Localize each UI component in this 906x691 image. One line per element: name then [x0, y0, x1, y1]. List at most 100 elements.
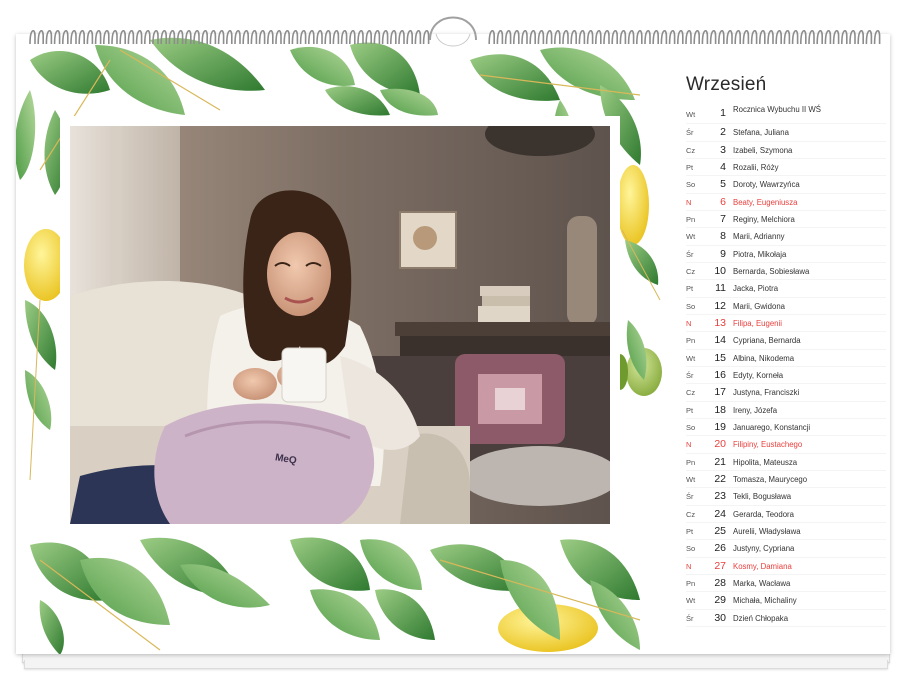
weekday-label: Śr	[686, 370, 694, 380]
wire-loop	[595, 29, 602, 45]
day-number: 26	[714, 542, 726, 555]
day-row: Cz 3 Izabeli, Szymona	[686, 142, 886, 159]
wire-loop	[644, 29, 651, 45]
photo: MeQ	[70, 126, 610, 524]
name-day-text: Tekli, Bogusława	[733, 492, 792, 502]
weekday-label: Wt	[686, 596, 696, 606]
day-number: 7	[720, 212, 726, 225]
weekday-label: Cz	[686, 145, 696, 155]
day-number: 16	[714, 368, 726, 381]
wire-loop	[357, 29, 364, 45]
day-row: N 6 Beaty, Eugeniusza	[686, 194, 886, 211]
wire-loop	[685, 29, 692, 45]
day-row: N 20 Filipiny, Eustachego	[686, 436, 886, 454]
day-row: So 12 Marii, Gwidona	[686, 298, 886, 315]
name-day-text: Tomasza, Maurycego	[733, 474, 808, 484]
day-row: Pn 28 Marka, Wacława	[686, 575, 886, 593]
day-row: Wt 22 Tomasza, Maurycego	[686, 471, 886, 489]
wire-loop	[144, 29, 151, 45]
day-row: Cz 10 Bernarda, Sobiesława	[686, 263, 886, 281]
row-divider	[686, 625, 886, 627]
wire-loop	[267, 29, 274, 45]
photo-scene	[70, 126, 610, 524]
name-day-text: Albina, Nikodema	[733, 353, 795, 363]
wire-loop	[250, 29, 258, 45]
wire-loop	[586, 29, 594, 45]
wire-loop	[545, 29, 553, 45]
wire-loop	[242, 29, 249, 45]
name-day-text: Edyty, Korneła	[733, 370, 784, 380]
day-row: Cz 24 Gerarda, Teodora	[686, 506, 886, 523]
wire-loop	[554, 29, 561, 45]
wire-loop	[718, 29, 725, 45]
name-day-text: Ireny, Józefa	[733, 405, 778, 415]
wire-loop	[406, 29, 413, 45]
wire-loop	[94, 29, 102, 45]
wire-loop	[234, 29, 241, 45]
weekday-label: N	[686, 561, 692, 571]
wire-loop	[849, 29, 856, 45]
wire-loop	[504, 29, 512, 45]
wire-loop	[29, 29, 36, 45]
name-day-text: Aurelii, Władysława	[733, 526, 801, 536]
wire-loop	[816, 29, 823, 45]
weekday-label: N	[686, 440, 692, 450]
wire-loop	[742, 29, 750, 45]
wire-loop	[627, 29, 635, 45]
wire-loop	[37, 29, 44, 45]
wire-loop	[422, 29, 430, 45]
name-day-text: Hipolita, Mateusza	[733, 457, 798, 467]
wire-loop	[414, 29, 422, 45]
wire-loop	[332, 29, 340, 45]
weekday-label: Pt	[686, 162, 694, 172]
weekday-label: Pn	[686, 578, 696, 588]
day-row: Wt 29 Michała, Michaliny	[686, 592, 886, 610]
wire-loop	[291, 29, 299, 45]
day-row: Śr 30 Dzień Chłopaka	[686, 610, 886, 627]
name-day-text: Bernarda, Sobiesława	[733, 266, 810, 276]
day-number: 24	[714, 507, 726, 520]
weekday-label: Pn	[686, 457, 696, 467]
wire-loop	[611, 29, 618, 45]
wire-loop	[759, 29, 766, 45]
wire-loop	[340, 29, 348, 45]
day-number: 10	[714, 264, 726, 277]
wire-loop	[111, 29, 118, 45]
leaf-cluster-bottom-middle	[290, 537, 435, 640]
day-number: 9	[720, 247, 726, 260]
weekday-label: Śr	[686, 249, 694, 259]
day-row: Cz 17 Justyna, Franciszki	[686, 384, 886, 402]
wire-loop	[275, 29, 282, 45]
wire-loop	[857, 29, 864, 45]
day-number: 14	[714, 334, 726, 347]
day-number: 18	[714, 403, 726, 416]
day-row: Wt 1 Rocznica Wybuchu II WŚ	[686, 105, 886, 125]
name-day-text: Marii, Gwidona	[733, 301, 785, 311]
wire-loop	[677, 29, 684, 45]
day-number: 20	[714, 438, 726, 451]
day-number: 28	[714, 576, 726, 589]
wire-loop	[119, 29, 126, 45]
name-day-text: Beaty, Eugeniusza	[733, 197, 798, 207]
hanger-notch	[435, 33, 471, 47]
day-number: 3	[720, 143, 726, 156]
wire-loop	[775, 29, 782, 45]
weekday-label: So	[686, 544, 696, 554]
wire-loop	[652, 29, 659, 45]
wire-loop	[529, 29, 536, 45]
name-day-text: Dzień Chłopaka	[733, 613, 789, 623]
wire-loop	[668, 29, 676, 45]
day-row: Śr 23 Tekli, Bogusława	[686, 488, 886, 506]
name-day-text: Doroty, Wawrzyńca	[733, 180, 800, 190]
weekday-label: Wt	[686, 232, 696, 242]
wire-loop	[832, 29, 840, 45]
wire-loop	[185, 29, 192, 45]
day-number: 15	[714, 351, 726, 364]
day-number: 11	[715, 282, 726, 295]
wire-loop	[865, 29, 873, 45]
day-list: Wt 1 Rocznica Wybuchu II WŚ Śr 2 Stefana, Jul…	[686, 105, 886, 627]
day-row: Wt 8 Marii, Adrianny	[686, 228, 886, 246]
wire-loop	[381, 29, 389, 45]
name-day-text: Reginy, Melchiora	[733, 214, 795, 224]
wire-loop	[636, 29, 643, 45]
